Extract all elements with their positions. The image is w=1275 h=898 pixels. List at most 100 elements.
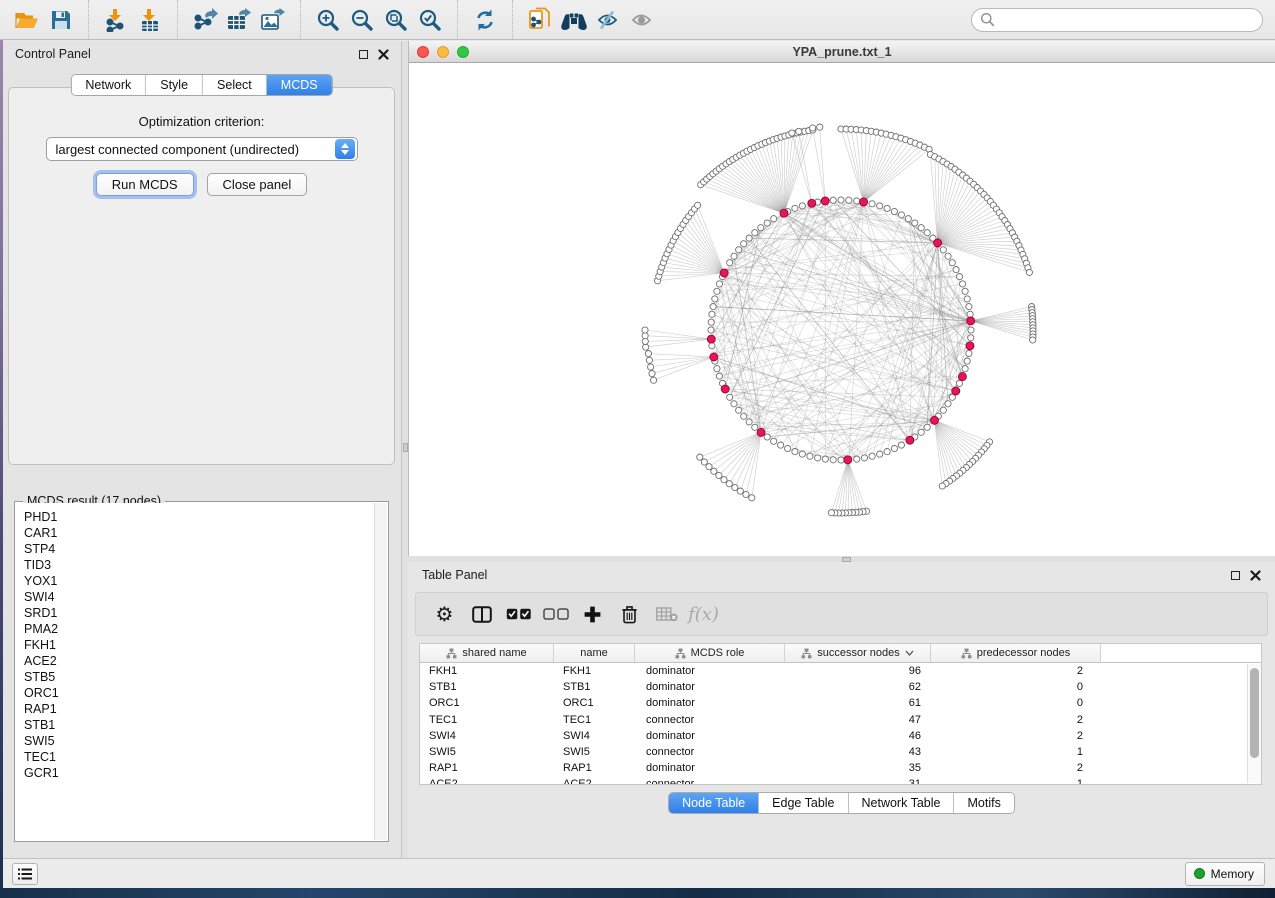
result-list-item[interactable]: FKH1 — [24, 637, 374, 653]
close-window-button[interactable] — [417, 46, 429, 58]
column-header-predecessor-nodes[interactable]: predecessor nodes — [931, 644, 1101, 662]
float-panel-icon[interactable] — [359, 50, 368, 59]
float-table-panel-icon[interactable] — [1231, 571, 1240, 580]
result-scrollbar[interactable] — [374, 503, 387, 840]
table-cell: TEC1 — [554, 712, 635, 728]
eye-icon — [630, 11, 654, 29]
select-all-button[interactable] — [500, 596, 537, 632]
show-all-button[interactable] — [625, 4, 659, 36]
node-table: shared namenameMCDS rolesuccessor nodesp… — [419, 643, 1262, 785]
tab-mcds[interactable]: MCDS — [267, 75, 332, 95]
open-file-button[interactable] — [10, 4, 44, 36]
share-network-button[interactable] — [523, 4, 557, 36]
result-list-item[interactable]: RAP1 — [24, 701, 374, 717]
criterion-select[interactable]: largest connected component (undirected) — [46, 137, 358, 161]
network-graph[interactable] — [409, 63, 1275, 556]
import-network-button[interactable] — [99, 4, 133, 36]
table-row[interactable]: TEC1TEC1connector472 — [420, 712, 1261, 728]
result-list-item[interactable]: STP4 — [24, 541, 374, 557]
add-button[interactable] — [574, 596, 611, 632]
tab-node-table[interactable]: Node Table — [669, 793, 759, 813]
horizontal-splitter-handle[interactable] — [842, 557, 851, 562]
export-table-button[interactable] — [222, 4, 256, 36]
result-list-item[interactable]: SWI4 — [24, 589, 374, 605]
table-row[interactable]: STB1STB1dominator620 — [420, 679, 1261, 695]
hide-selected-button[interactable] — [591, 4, 625, 36]
table-row[interactable]: ORC1ORC1dominator610 — [420, 695, 1261, 711]
status-menu-button[interactable] — [12, 863, 38, 885]
zoom-selected-button[interactable] — [413, 4, 447, 36]
search-network-button[interactable] — [557, 4, 591, 36]
result-list-item[interactable]: GCR1 — [24, 765, 374, 781]
close-panel-icon[interactable] — [378, 49, 389, 60]
result-list-item[interactable]: CAR1 — [24, 525, 374, 541]
tab-edge-table[interactable]: Edge Table — [759, 793, 848, 813]
column-header-MCDS-role[interactable]: MCDS role — [635, 644, 785, 662]
result-list-item[interactable]: SRD1 — [24, 605, 374, 621]
result-list-item[interactable]: STB1 — [24, 717, 374, 733]
table-row[interactable]: SWI4SWI4dominator462 — [420, 728, 1261, 744]
close-table-panel-icon[interactable] — [1250, 570, 1261, 581]
table-row[interactable]: SWI5SWI5connector431 — [420, 744, 1261, 760]
table-row[interactable]: ACE2ACE2connector311 — [420, 776, 1261, 785]
result-list-item[interactable]: ACE2 — [24, 653, 374, 669]
open-file-icon — [14, 9, 40, 31]
result-list-item[interactable]: PMA2 — [24, 621, 374, 637]
zoom-in-button[interactable] — [311, 4, 345, 36]
column-header-shared-name[interactable]: shared name — [420, 644, 554, 662]
network-view[interactable] — [409, 63, 1275, 556]
tab-select[interactable]: Select — [203, 75, 267, 95]
table-cell: 0 — [931, 695, 1101, 711]
table-scrollbar-thumb[interactable] — [1250, 668, 1259, 758]
column-header-successor-nodes[interactable]: successor nodes — [785, 644, 931, 662]
result-list-item[interactable]: PHD1 — [24, 509, 374, 525]
tab-motifs[interactable]: Motifs — [954, 793, 1013, 813]
delete-button[interactable] — [611, 596, 648, 632]
table-scrollbar[interactable] — [1247, 664, 1261, 783]
table-cell: ORC1 — [554, 695, 635, 711]
control-panel-tabs: NetworkStyleSelectMCDS — [70, 74, 332, 96]
table-cell: FKH1 — [554, 663, 635, 679]
result-list-item[interactable]: ORC1 — [24, 685, 374, 701]
table-settings-button[interactable]: ⚙ — [426, 596, 463, 632]
result-list-item[interactable]: SWI5 — [24, 733, 374, 749]
export-image-button[interactable] — [256, 4, 290, 36]
show-columns-button[interactable] — [463, 596, 500, 632]
run-mcds-button[interactable]: Run MCDS — [96, 173, 194, 196]
layout-group — [457, 0, 512, 40]
tab-network[interactable]: Network — [71, 75, 146, 95]
result-list-item[interactable]: TEC1 — [24, 749, 374, 765]
close-panel-button[interactable]: Close panel — [207, 173, 308, 196]
minimize-window-button[interactable] — [437, 46, 449, 58]
function-builder-button[interactable]: f(x) — [685, 596, 722, 632]
memory-button[interactable]: Memory — [1185, 862, 1265, 886]
export-network-button[interactable] — [188, 4, 222, 36]
memory-label: Memory — [1211, 867, 1254, 881]
search-box[interactable] — [971, 8, 1263, 32]
zoom-out-button[interactable] — [345, 4, 379, 36]
zoom-fit-button[interactable] — [379, 4, 413, 36]
delete-table-button[interactable] — [648, 596, 685, 632]
table-row[interactable]: RAP1RAP1dominator352 — [420, 760, 1261, 776]
result-list-item[interactable]: YOX1 — [24, 573, 374, 589]
deselect-all-icon — [543, 608, 569, 620]
import-table-button[interactable] — [133, 4, 167, 36]
result-list-item[interactable]: STB5 — [24, 669, 374, 685]
deselect-all-button[interactable] — [537, 596, 574, 632]
column-header-name[interactable]: name — [554, 644, 635, 662]
tab-style[interactable]: Style — [146, 75, 203, 95]
apply-layout-button[interactable] — [468, 4, 502, 36]
maximize-window-button[interactable] — [457, 46, 469, 58]
result-list-item[interactable]: TID3 — [24, 557, 374, 573]
table-cell: SWI4 — [554, 728, 635, 744]
main-toolbar — [0, 0, 1275, 40]
tab-network-table[interactable]: Network Table — [849, 793, 955, 813]
delete-table-icon — [656, 607, 678, 622]
export-table-icon — [226, 8, 252, 32]
search-input[interactable] — [995, 10, 1262, 30]
table-panel: Table Panel ⚙ — [408, 562, 1275, 858]
vertical-splitter-handle[interactable] — [403, 443, 408, 452]
table-row[interactable]: FKH1FKH1dominator962 — [420, 663, 1261, 679]
save-session-button[interactable] — [44, 4, 78, 36]
table-cell: 1 — [931, 776, 1101, 785]
